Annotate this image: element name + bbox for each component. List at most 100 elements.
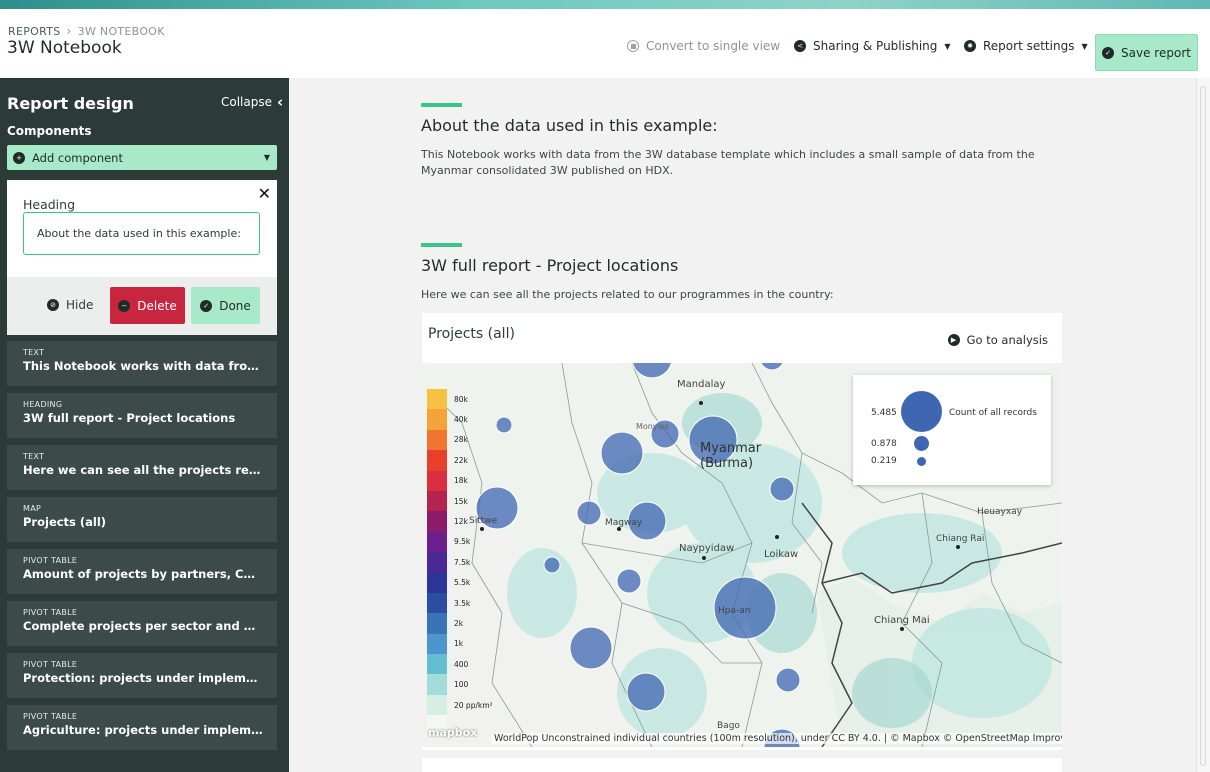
scale-row: 7.5k xyxy=(427,552,493,573)
city-label: Bago xyxy=(717,721,740,731)
hide-button[interactable]: ⊘ Hide xyxy=(47,298,93,312)
next-component-card xyxy=(422,758,1062,772)
component-name: Projects (all) xyxy=(23,515,107,529)
scale-swatch xyxy=(427,409,447,430)
scale-label: 1k xyxy=(454,639,464,649)
scale-label: 400 xyxy=(454,659,469,669)
scale-label: 28k xyxy=(454,435,468,445)
save-report-button[interactable]: ✓ Save report xyxy=(1095,34,1198,71)
scale-label: 7.5k xyxy=(454,557,471,567)
scale-row: 100 xyxy=(427,674,493,695)
add-component-dropdown[interactable]: + Add component ▼ xyxy=(7,145,277,170)
scale-label: 9.5k xyxy=(454,537,471,547)
component-name: Protection: projects under implementatio… xyxy=(23,671,263,685)
legend-bubble-small xyxy=(917,457,926,466)
city-label: Loikaw xyxy=(764,549,799,560)
legend-value: 5.485 xyxy=(871,408,897,418)
map-attribution[interactable]: WorldPop Unconstrained individual countr… xyxy=(492,733,1062,744)
component-card[interactable]: TEXT This Notebook works with data from … xyxy=(7,341,277,386)
scale-swatch xyxy=(427,694,447,716)
collapse-label: Collapse xyxy=(221,95,272,109)
population-density-scale: 80k 40k 28k 22k 18k 15k 12k 9.5k 7.5k 5.… xyxy=(427,389,493,736)
component-type: TEXT xyxy=(23,348,45,357)
check-circle-icon: ✓ xyxy=(1102,46,1115,59)
convert-label: Convert to single view xyxy=(646,39,781,53)
component-card[interactable]: HEADING 3W full report - Project locatio… xyxy=(7,393,277,438)
heading-text-input[interactable]: About the data used in this example: xyxy=(23,212,260,255)
section-heading: 3W full report - Project locations xyxy=(421,256,679,275)
sharing-publishing-button[interactable]: < Sharing & Publishing ▼ xyxy=(794,35,951,57)
component-name: Amount of projects by partners, COVID - … xyxy=(23,567,263,581)
scale-label: 80k xyxy=(454,394,468,404)
scale-row: 2k xyxy=(427,613,493,634)
delete-button[interactable]: − Delete xyxy=(110,287,185,324)
component-card[interactable]: PIVOT TABLE Amount of projects by partne… xyxy=(7,549,277,594)
scrollbar-thumb[interactable] xyxy=(1200,86,1206,766)
city-label: Mandalay xyxy=(677,379,726,390)
share-icon: < xyxy=(794,40,806,52)
breadcrumb: REPORTS › 3W NOTEBOOK xyxy=(8,24,165,38)
component-type: PIVOT TABLE xyxy=(23,556,78,565)
eye-slash-icon: ⊘ xyxy=(47,299,59,311)
legend-value: 0.219 xyxy=(871,456,897,466)
convert-single-view-button[interactable]: Convert to single view xyxy=(627,35,780,57)
scale-row: 28k xyxy=(427,429,493,451)
scale-label: 40k xyxy=(454,415,468,425)
report-settings-button[interactable]: ✹ Report settings ▼ xyxy=(964,35,1088,57)
scale-label: 5.5k xyxy=(454,578,471,588)
done-button[interactable]: ✓ Done xyxy=(191,287,260,324)
breadcrumb-reports-link[interactable]: REPORTS xyxy=(8,25,61,38)
caret-down-icon: ▼ xyxy=(263,153,270,162)
go-to-analysis-button[interactable]: ▶ Go to analysis xyxy=(947,333,1048,347)
scale-label: 12k xyxy=(454,517,468,527)
scale-row: 22k xyxy=(427,450,493,471)
editor-type-label: Heading xyxy=(23,197,76,212)
component-card[interactable]: MAP Projects (all) xyxy=(7,497,277,542)
plus-circle-icon: + xyxy=(13,151,25,164)
map-card-title: Projects (all) xyxy=(428,326,515,342)
scale-swatch xyxy=(427,674,447,695)
legend-value: 0.878 xyxy=(871,439,897,449)
caret-down-icon: ▼ xyxy=(1081,41,1088,51)
breadcrumb-current: 3W NOTEBOOK xyxy=(77,24,165,38)
done-label: Done xyxy=(219,298,251,313)
stop-icon xyxy=(627,40,639,52)
collapse-button[interactable]: Collapse ‹ xyxy=(221,93,283,111)
scale-swatch xyxy=(427,470,447,491)
country-label: Myanmar (Burma) xyxy=(700,441,762,471)
caret-down-icon: ▼ xyxy=(944,41,951,51)
component-type: TEXT xyxy=(23,452,45,461)
check-circle-icon: ✓ xyxy=(200,299,213,312)
component-type: MAP xyxy=(23,504,42,513)
scale-row: 9.5k xyxy=(427,531,493,553)
scrollbar[interactable] xyxy=(1196,78,1210,772)
component-card[interactable]: PIVOT TABLE Complete projects per sector… xyxy=(7,601,277,646)
city-label: Monywa xyxy=(636,422,670,431)
scale-label: 100 xyxy=(454,680,469,690)
section-text: Here we can see all the projects related… xyxy=(421,288,834,301)
close-icon[interactable]: ✕ xyxy=(258,184,271,203)
goto-label: Go to analysis xyxy=(966,333,1048,347)
component-name: Here we can see all the projects related… xyxy=(23,463,263,477)
component-type: PIVOT TABLE xyxy=(23,712,78,721)
scale-row: 80k xyxy=(427,389,493,410)
scale-row: 12k xyxy=(427,511,493,532)
component-card[interactable]: PIVOT TABLE Protection: projects under i… xyxy=(7,653,277,698)
scale-label: 2k xyxy=(454,618,464,628)
page-title: 3W Notebook xyxy=(7,38,122,58)
component-card[interactable]: PIVOT TABLE Agriculture: projects under … xyxy=(7,705,277,750)
legend-bubble-medium xyxy=(914,436,929,451)
scale-label: 18k xyxy=(454,476,468,486)
scale-label: 3.5k xyxy=(454,598,471,608)
component-card[interactable]: TEXT Here we can see all the projects re… xyxy=(7,445,277,490)
scale-swatch xyxy=(427,552,447,573)
scale-label: 22k xyxy=(454,455,468,465)
bubble-size-legend: 5.485 0.878 0.219 Count of all records xyxy=(853,375,1051,485)
editor-actions: ⊘ Hide − Delete ✓ Done xyxy=(7,277,277,335)
mapbox-logo[interactable]: mapbox xyxy=(428,726,477,739)
scale-row: 18k xyxy=(427,470,493,491)
project-map[interactable]: Mandalay Myanmar (Burma) Monywa Sittwe M… xyxy=(422,363,1062,747)
component-editor: ✕ Heading About the data used in this ex… xyxy=(7,180,277,335)
legend-bubble-large xyxy=(901,391,942,432)
component-name: 3W full report - Project locations xyxy=(23,411,236,425)
